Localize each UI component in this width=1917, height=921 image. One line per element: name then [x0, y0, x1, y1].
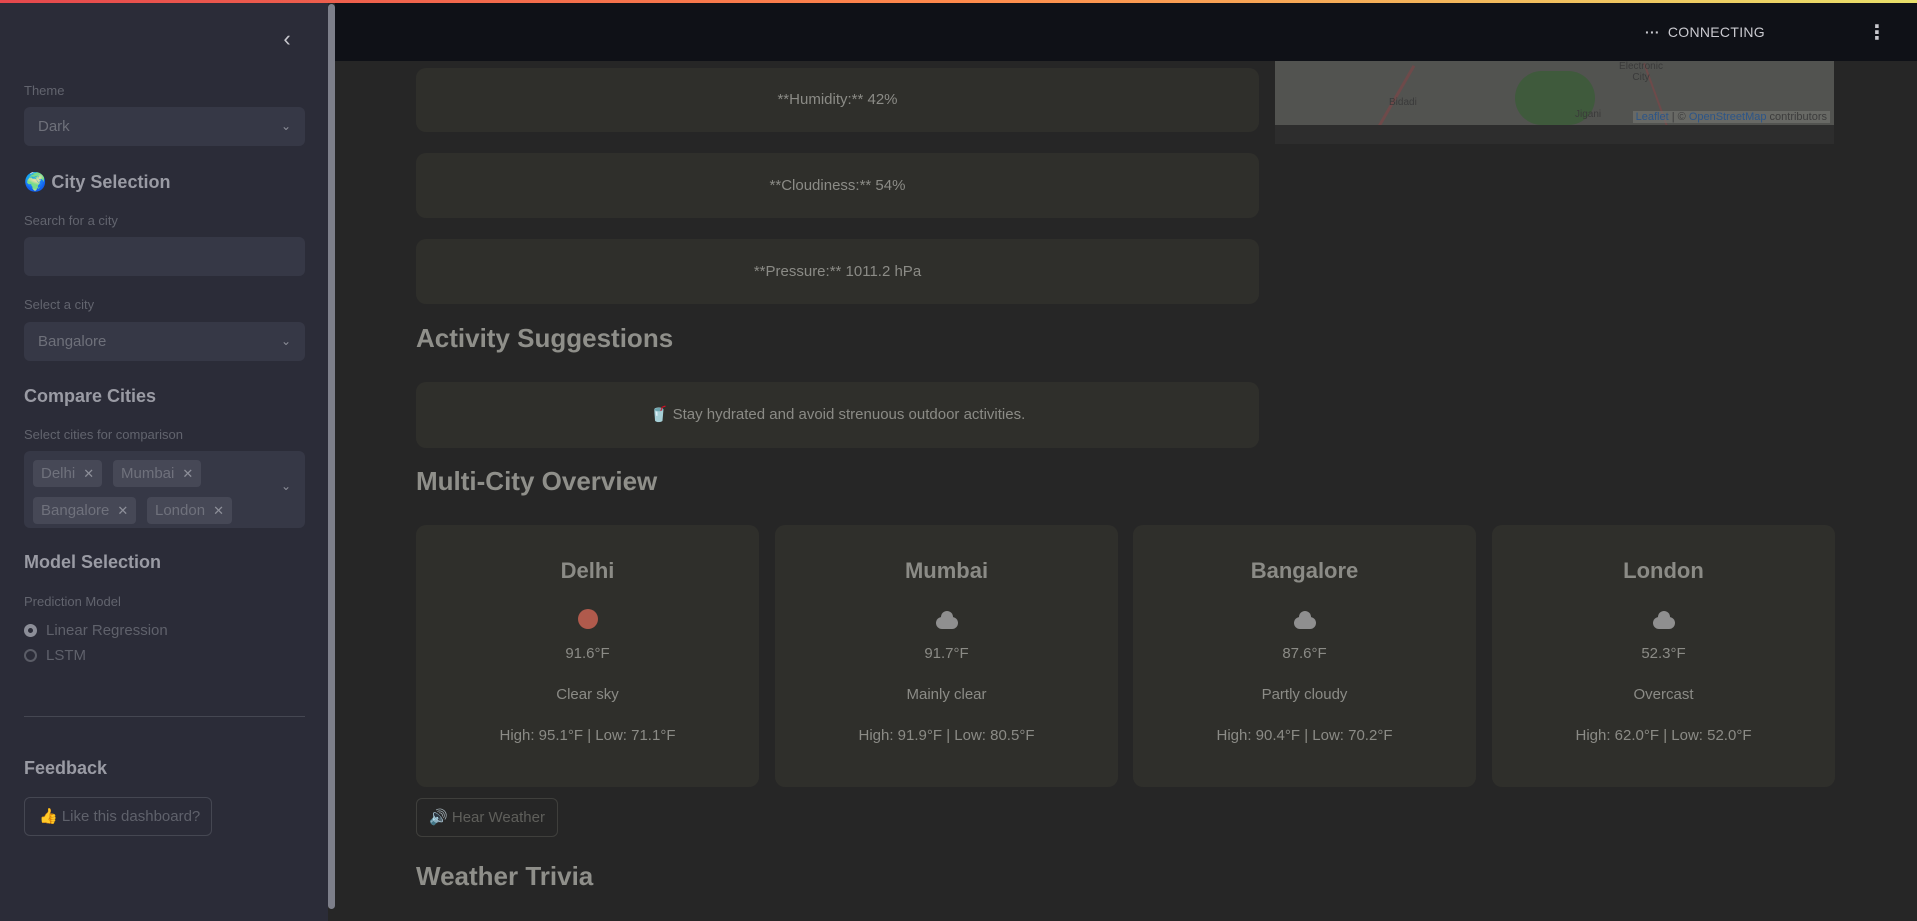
city-high-low: High: 95.1°F | Low: 71.1°F — [499, 727, 676, 744]
map-attribution: Leaflet | © OpenStreetMap contributors — [1632, 111, 1830, 123]
radio-selected-icon — [24, 624, 37, 637]
prediction-model-label: Prediction Model — [24, 594, 121, 609]
pressure-card: **Pressure:** 1011.2 hPa — [416, 239, 1259, 304]
city-card-london: London 52.3°F Overcast High: 62.0°F | Lo… — [1492, 525, 1835, 787]
city-name: Mumbai — [904, 558, 989, 583]
city-high-low: High: 91.9°F | Low: 80.5°F — [858, 727, 1035, 744]
chip-delhi[interactable]: Delhi ✕ — [33, 460, 103, 487]
chevron-down-icon: ⌄ — [280, 334, 291, 348]
multi-city-overview-heading: Multi-City Overview — [416, 466, 658, 496]
sidebar-scrollbar[interactable] — [328, 4, 335, 909]
theme-select-value: Dark — [38, 118, 70, 135]
humidity-card: **Humidity:** 42% — [416, 68, 1259, 132]
city-select-value: Bangalore — [38, 333, 107, 350]
search-city-label: Search for a city — [24, 213, 118, 228]
openstreetmap-link[interactable]: OpenStreetMap — [1689, 111, 1767, 123]
city-map[interactable]: Electronic City Bidadi Jigani Leaflet | … — [1275, 61, 1834, 125]
city-condition: Mainly clear — [906, 686, 987, 703]
map-label-jigani: Jigani — [1575, 109, 1602, 120]
compare-cities-label: Select cities for comparison — [24, 427, 183, 442]
collapse-sidebar-icon[interactable]: ‹ — [276, 28, 298, 50]
city-card-mumbai: Mumbai 91.7°F Mainly clear High: 91.9°F … — [775, 525, 1118, 787]
chip-mumbai[interactable]: Mumbai ✕ — [113, 460, 202, 487]
remove-chip-icon[interactable]: ✕ — [213, 503, 224, 518]
radio-lstm[interactable]: LSTM — [24, 647, 86, 664]
search-city-input[interactable] — [24, 237, 305, 276]
chevron-down-icon: ⌄ — [280, 119, 291, 133]
remove-chip-icon[interactable]: ✕ — [182, 466, 193, 481]
activity-suggestions-heading: Activity Suggestions — [416, 323, 674, 353]
city-temp: 91.7°F — [924, 645, 969, 662]
main-menu-icon[interactable]: ⋮ — [1867, 20, 1887, 45]
city-name: Delhi — [560, 558, 615, 583]
city-condition: Partly cloudy — [1261, 686, 1348, 703]
city-temp: 91.6°F — [565, 645, 610, 662]
app-header: ··· CONNECTING ⋮ — [335, 3, 1917, 61]
city-select[interactable]: Bangalore ⌄ — [24, 322, 305, 361]
like-dashboard-button[interactable]: 👍 Like this dashboard? — [24, 797, 212, 836]
partly-sunny-cloud-icon — [775, 608, 1118, 633]
theme-select[interactable]: Dark ⌄ — [24, 107, 305, 146]
compare-cities-multiselect[interactable]: Delhi ✕ Mumbai ✕ Bangalore ✕ London ✕ ⌄ — [24, 451, 305, 528]
city-temp: 52.3°F — [1641, 645, 1686, 662]
sidebar-divider — [24, 716, 305, 717]
sun-icon — [416, 609, 759, 633]
city-high-low: High: 90.4°F | Low: 70.2°F — [1216, 727, 1393, 744]
select-city-label: Select a city — [24, 297, 95, 312]
map-road — [1377, 64, 1416, 125]
city-card-delhi: Delhi 91.6°F Clear sky High: 95.1°F | Lo… — [416, 525, 759, 787]
chip-bangalore[interactable]: Bangalore ✕ — [33, 497, 137, 524]
model-selection-heading: Model Selection — [24, 552, 162, 572]
activity-suggestion-card: 🥤 Stay hydrated and avoid strenuous outd… — [416, 382, 1259, 448]
leaflet-link[interactable]: Leaflet — [1636, 111, 1669, 123]
theme-label: Theme — [24, 83, 65, 98]
map-label-bidadi: Bidadi — [1389, 97, 1417, 108]
city-selection-heading: 🌍 City Selection — [24, 172, 171, 192]
top-progress-line — [0, 0, 1917, 3]
map-footer — [1275, 125, 1834, 144]
more-dots-icon: ··· — [1644, 24, 1660, 40]
connection-status: ··· CONNECTING — [1644, 24, 1765, 40]
weather-trivia-heading: Weather Trivia — [416, 861, 594, 891]
city-high-low: High: 62.0°F | Low: 52.0°F — [1575, 727, 1752, 744]
compare-cities-heading: Compare Cities — [24, 386, 157, 406]
radio-linear-regression[interactable]: Linear Regression — [24, 622, 168, 639]
city-condition: Overcast — [1633, 686, 1694, 703]
chevron-down-icon[interactable]: ⌄ — [281, 479, 291, 493]
remove-chip-icon[interactable]: ✕ — [117, 503, 128, 518]
chip-london[interactable]: London ✕ — [147, 497, 232, 524]
hear-weather-button[interactable]: 🔊 Hear Weather — [416, 798, 558, 837]
cloudiness-card: **Cloudiness:** 54% — [416, 153, 1259, 218]
city-condition: Clear sky — [556, 686, 619, 703]
city-name: London — [1623, 558, 1704, 583]
feedback-heading: Feedback — [24, 758, 108, 778]
city-temp: 87.6°F — [1282, 645, 1327, 662]
city-card-bangalore: Bangalore 87.6°F Partly cloudy High: 90.… — [1133, 525, 1476, 787]
cloud-icon — [1492, 609, 1835, 633]
map-label-electronic-city: Electronic City — [1619, 61, 1663, 83]
remove-chip-icon[interactable]: ✕ — [83, 466, 94, 481]
cloud-icon — [1133, 609, 1476, 633]
radio-unselected-icon — [24, 649, 37, 662]
sidebar: ‹ Theme Dark ⌄ 🌍 City Selection Search f… — [0, 0, 328, 921]
city-name: Bangalore — [1250, 558, 1359, 583]
